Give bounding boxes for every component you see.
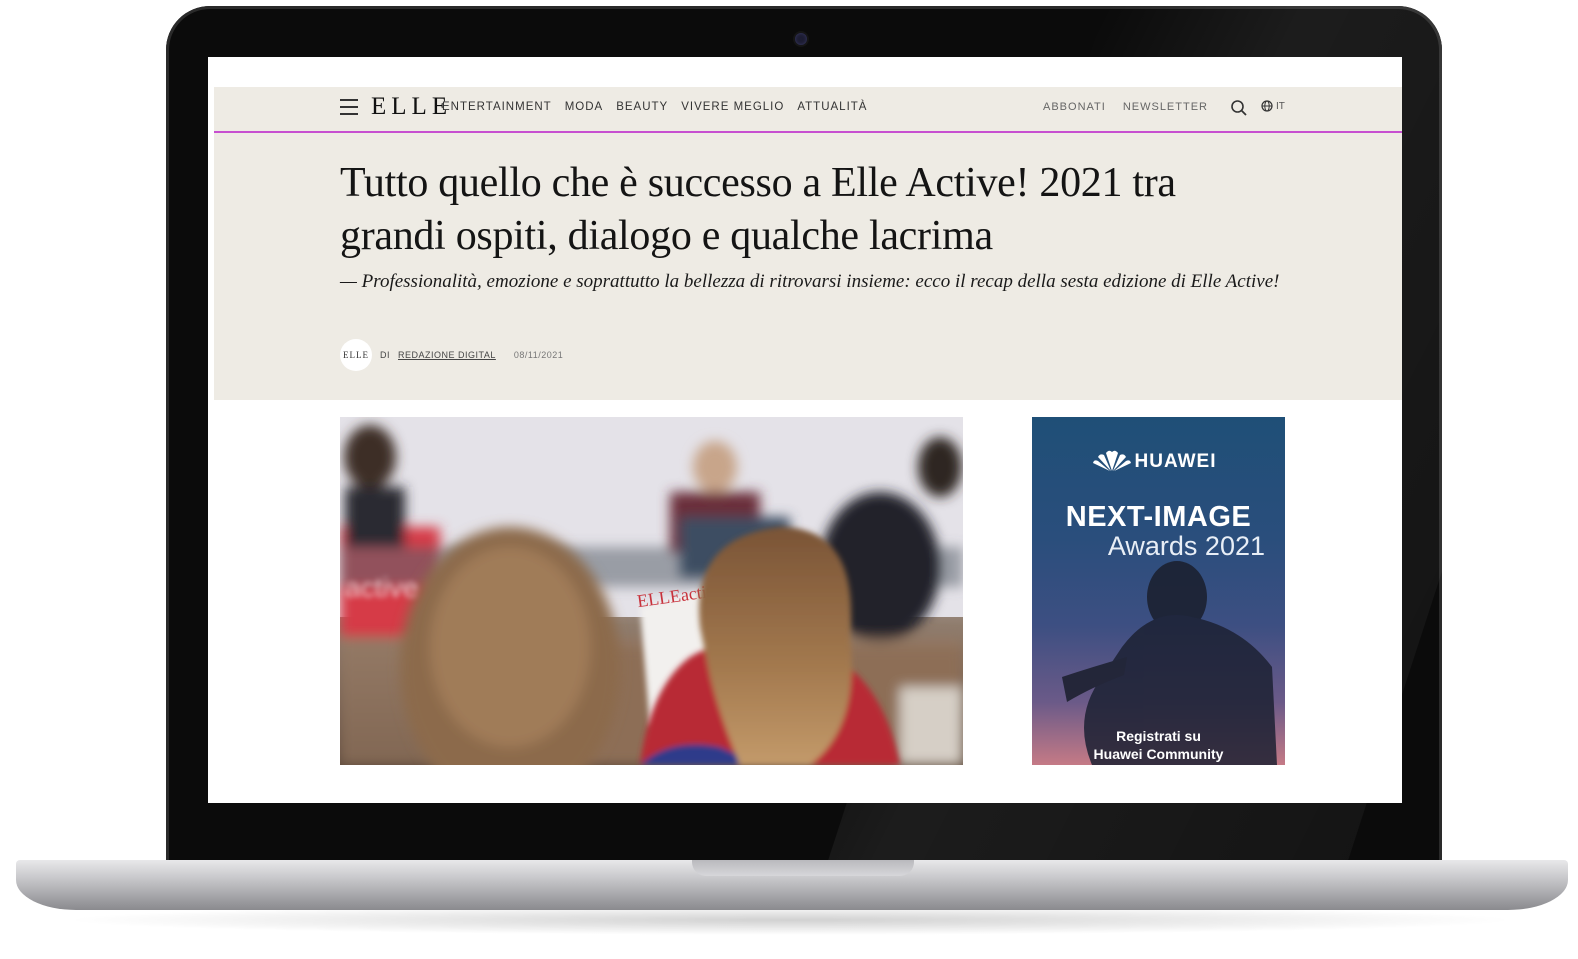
nav-vivere-meglio[interactable]: VIVERE MEGLIO [681,101,784,113]
publish-date: 08/11/2021 [513,350,564,360]
article-headline: Tutto quello che è successo a Elle Activ… [340,160,1176,259]
nav-attualita[interactable]: ATTUALITÀ [797,101,867,113]
ad-title: NEXT-IMAGE [1065,501,1252,533]
laptop-notch [692,860,914,876]
hamburger-menu-icon[interactable] [340,99,358,115]
ad-cta-line2: Huawei Community [1093,746,1224,762]
language-selector[interactable]: IT [1261,100,1285,112]
browser-screen: ELLE ENTERTAINMENT MODA BEAUTY VIVERE ME… [208,57,1402,803]
secondary-nav: ABBONATI NEWSLETTER [1043,101,1208,113]
author-link[interactable]: REDAZIONE DIGITAL [398,350,496,360]
banner-text: active [345,572,418,603]
byline-prefix: DI [380,350,390,360]
author-avatar: ELLE [340,339,372,371]
lead-image: ELLEactive active [340,417,963,765]
lead-image-illustration: ELLEactive active [340,417,963,765]
main-nav: ENTERTAINMENT MODA BEAUTY VIVERE MEGLIO … [442,101,867,113]
ad-subtitle: Awards 2021 [1107,531,1265,561]
newsletter-link[interactable]: NEWSLETTER [1123,101,1208,113]
top-navigation: ELLE ENTERTAINMENT MODA BEAUTY VIVERE ME… [214,87,1402,133]
advertisement[interactable]: HUAWEI NEXT-IMAGE Awards 2021 Registrati… [1032,417,1285,765]
article-header: ELLE ENTERTAINMENT MODA BEAUTY VIVERE ME… [214,87,1402,400]
byline: ELLE DI REDAZIONE DIGITAL 08/11/2021 [340,339,563,371]
language-label: IT [1276,100,1285,112]
search-icon[interactable] [1230,99,1248,117]
ad-brand: HUAWEI [1134,451,1217,472]
nav-beauty[interactable]: BEAUTY [616,101,668,113]
globe-icon [1261,100,1273,112]
ad-cta-line1: Registrati su [1116,728,1201,744]
article-standfirst: — Professionalità, emozione e soprattutt… [340,271,1280,292]
abbonati-link[interactable]: ABBONATI [1043,101,1106,113]
nav-entertainment[interactable]: ENTERTAINMENT [442,101,552,113]
ad-cta[interactable]: Registrati su Huawei Community [1032,727,1285,763]
elle-logo[interactable]: ELLE [371,93,452,121]
webcam-icon [795,33,807,45]
nav-moda[interactable]: MODA [565,101,604,113]
